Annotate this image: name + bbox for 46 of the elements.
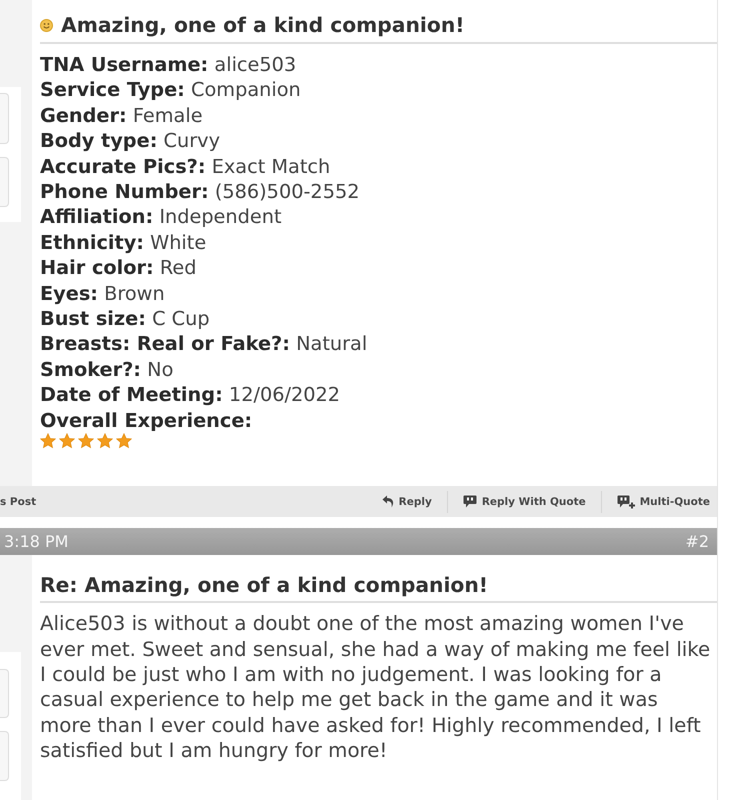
field-label: Ethnicity: (40, 230, 144, 254)
quote-bubble-icon (462, 495, 477, 508)
field-label: Breasts: Real or Fake?: (40, 332, 290, 356)
field-label: Service Type: (40, 78, 185, 102)
field-value: White (150, 230, 206, 254)
field-value: C Cup (152, 307, 210, 330)
field-value: 12/06/2022 (228, 383, 340, 406)
field-value: Curvy (164, 129, 220, 152)
field-value: Independent (159, 205, 282, 228)
field-value: Companion (191, 78, 301, 102)
field-value: Exact Match (212, 154, 330, 178)
star-icon (40, 433, 56, 450)
field-label: Affiliation: (40, 205, 154, 228)
field-value: Red (160, 256, 197, 280)
field-value: (586)500-2552 (214, 180, 360, 204)
post-title: Re: Amazing, one of a kind companion! (40, 573, 488, 598)
field-label: Gender: (40, 104, 127, 127)
reply-button[interactable]: Reply (366, 495, 447, 508)
star-icon (116, 433, 132, 450)
field-label: Smoker?: (40, 358, 142, 381)
post-title: Amazing, one of a kind companion! (61, 13, 465, 37)
field-label: Overall Experience: (40, 408, 252, 432)
field-label: Bust size: (40, 307, 146, 330)
field-value: No (147, 358, 174, 381)
post-time: 3:18 PM (4, 532, 68, 552)
field-label: Accurate Pics?: (40, 154, 206, 178)
field-label: Phone Number: (40, 180, 209, 204)
field-value: alice503 (214, 53, 296, 76)
field-label: Hair color: (40, 256, 154, 280)
star-icon (78, 433, 94, 450)
field-label: Eyes: (40, 282, 98, 305)
reply-with-quote-button[interactable]: Reply With Quote (448, 495, 601, 508)
field-label: Body type: (40, 129, 158, 152)
field-value: Brown (104, 282, 165, 305)
star-icon (97, 433, 113, 450)
multi-quote-button[interactable]: Multi-Quote (602, 494, 717, 509)
smiley-icon (40, 18, 53, 32)
post-body-text: Alice503 is without a doubt one of the most amazing women I've ever met. Sweet and sensual, she had a way of making me feel like I could be just who I am with no judgement. I was looking for a casual experience to help me get back in the game and it was more than I ever could have asked for! Highly recommended, I left satisfied but I am hungry for more! (40, 611, 712, 764)
field-label: Date of Meeting: (40, 383, 223, 406)
star-icon (59, 433, 75, 450)
field-value: Female (132, 104, 203, 127)
post-link[interactable]: s Post (0, 496, 36, 508)
reply-arrow-icon (382, 495, 394, 508)
field-label: TNA Username: (40, 53, 208, 76)
quote-plus-icon (616, 494, 635, 509)
field-value: Natural (296, 332, 368, 356)
